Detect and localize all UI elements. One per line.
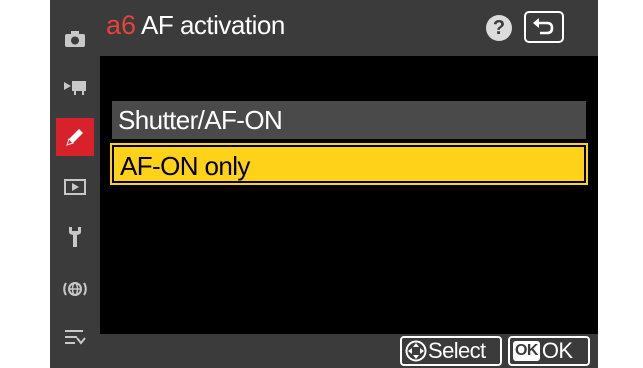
select-hint: Select xyxy=(400,336,502,366)
menu-footer: Select OK OK xyxy=(100,334,598,368)
photo-shooting-menu-tab[interactable] xyxy=(56,20,94,58)
ok-label: OK xyxy=(541,338,573,363)
custom-settings-menu-tab[interactable] xyxy=(56,118,94,156)
menu-header: a6 AF activation ? xyxy=(100,0,598,56)
my-menu-tab[interactable] xyxy=(56,318,94,356)
return-arrow-icon xyxy=(533,18,554,35)
camera-menu-screen: a6 AF activation ? Shutter/AF-ON AF-ON o… xyxy=(50,0,598,368)
my-menu-icon xyxy=(65,330,86,345)
camera-icon xyxy=(65,31,85,47)
setup-menu-tab[interactable] xyxy=(56,218,94,256)
network-icon xyxy=(63,282,87,296)
option-af-on-only[interactable]: AF-ON only xyxy=(110,143,588,185)
menu-sidebar xyxy=(50,0,100,368)
pencil-icon xyxy=(66,129,83,146)
help-icon[interactable]: ? xyxy=(486,15,512,41)
back-button[interactable] xyxy=(524,11,564,43)
custom-setting-code: a6 xyxy=(106,10,137,40)
ok-hint: OK OK xyxy=(508,336,590,366)
page-title: AF activation xyxy=(141,10,285,40)
option-shutter-af-on[interactable]: Shutter/AF-ON xyxy=(112,101,586,139)
playback-menu-tab[interactable] xyxy=(56,168,94,206)
wrench-icon xyxy=(69,227,81,247)
movie-icon xyxy=(64,81,86,95)
network-menu-tab[interactable] xyxy=(56,270,94,308)
movie-recording-menu-tab[interactable] xyxy=(56,68,94,106)
multi-selector-icon xyxy=(405,340,427,362)
ok-button-icon: OK xyxy=(513,341,540,361)
playback-icon xyxy=(64,179,86,195)
select-label: Select xyxy=(428,338,486,363)
